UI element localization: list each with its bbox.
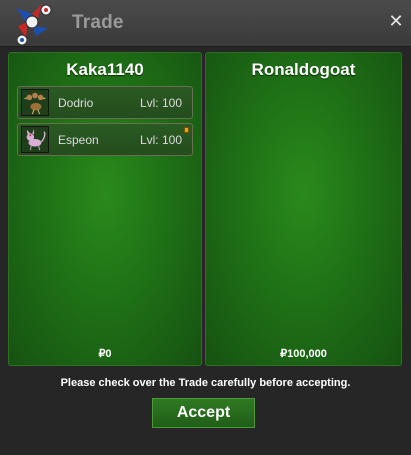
left-money: ₽0 [98,348,112,360]
trade-window: Trade ✕ Kaka1140 Dodrio Lvl: 100 Espeon … [0,0,411,455]
right-money: ₽100,000 [280,348,327,360]
espeon-sprite-icon [21,126,49,153]
left-offer-panel: Kaka1140 Dodrio Lvl: 100 Espeon Lvl: 100… [8,52,202,366]
pokemon-slot-espeon[interactable]: Espeon Lvl: 100 [17,123,193,156]
pokeball-logo-icon [16,4,52,46]
left-player-name: Kaka1140 [66,60,144,79]
pokemon-level: Lvl: 100 [139,96,182,110]
pokemon-name: Dodrio [58,96,94,110]
pokemon-name: Espeon [58,133,99,147]
trade-notice: Please check over the Trade carefully be… [60,377,351,389]
pokemon-slot-dodrio[interactable]: Dodrio Lvl: 100 [17,86,193,119]
pokemon-level: Lvl: 100 [139,133,182,147]
window-title: Trade [72,12,124,33]
right-player-name: Ronaldogoat [251,60,356,79]
held-item-icon [184,127,189,133]
accept-button[interactable]: Accept [152,398,255,428]
title-bar[interactable]: Trade ✕ [0,0,411,47]
right-offer-panel: Ronaldogoat ₽100,000 [205,52,402,366]
dodrio-sprite-icon [21,89,49,116]
close-icon[interactable]: ✕ [387,12,405,32]
